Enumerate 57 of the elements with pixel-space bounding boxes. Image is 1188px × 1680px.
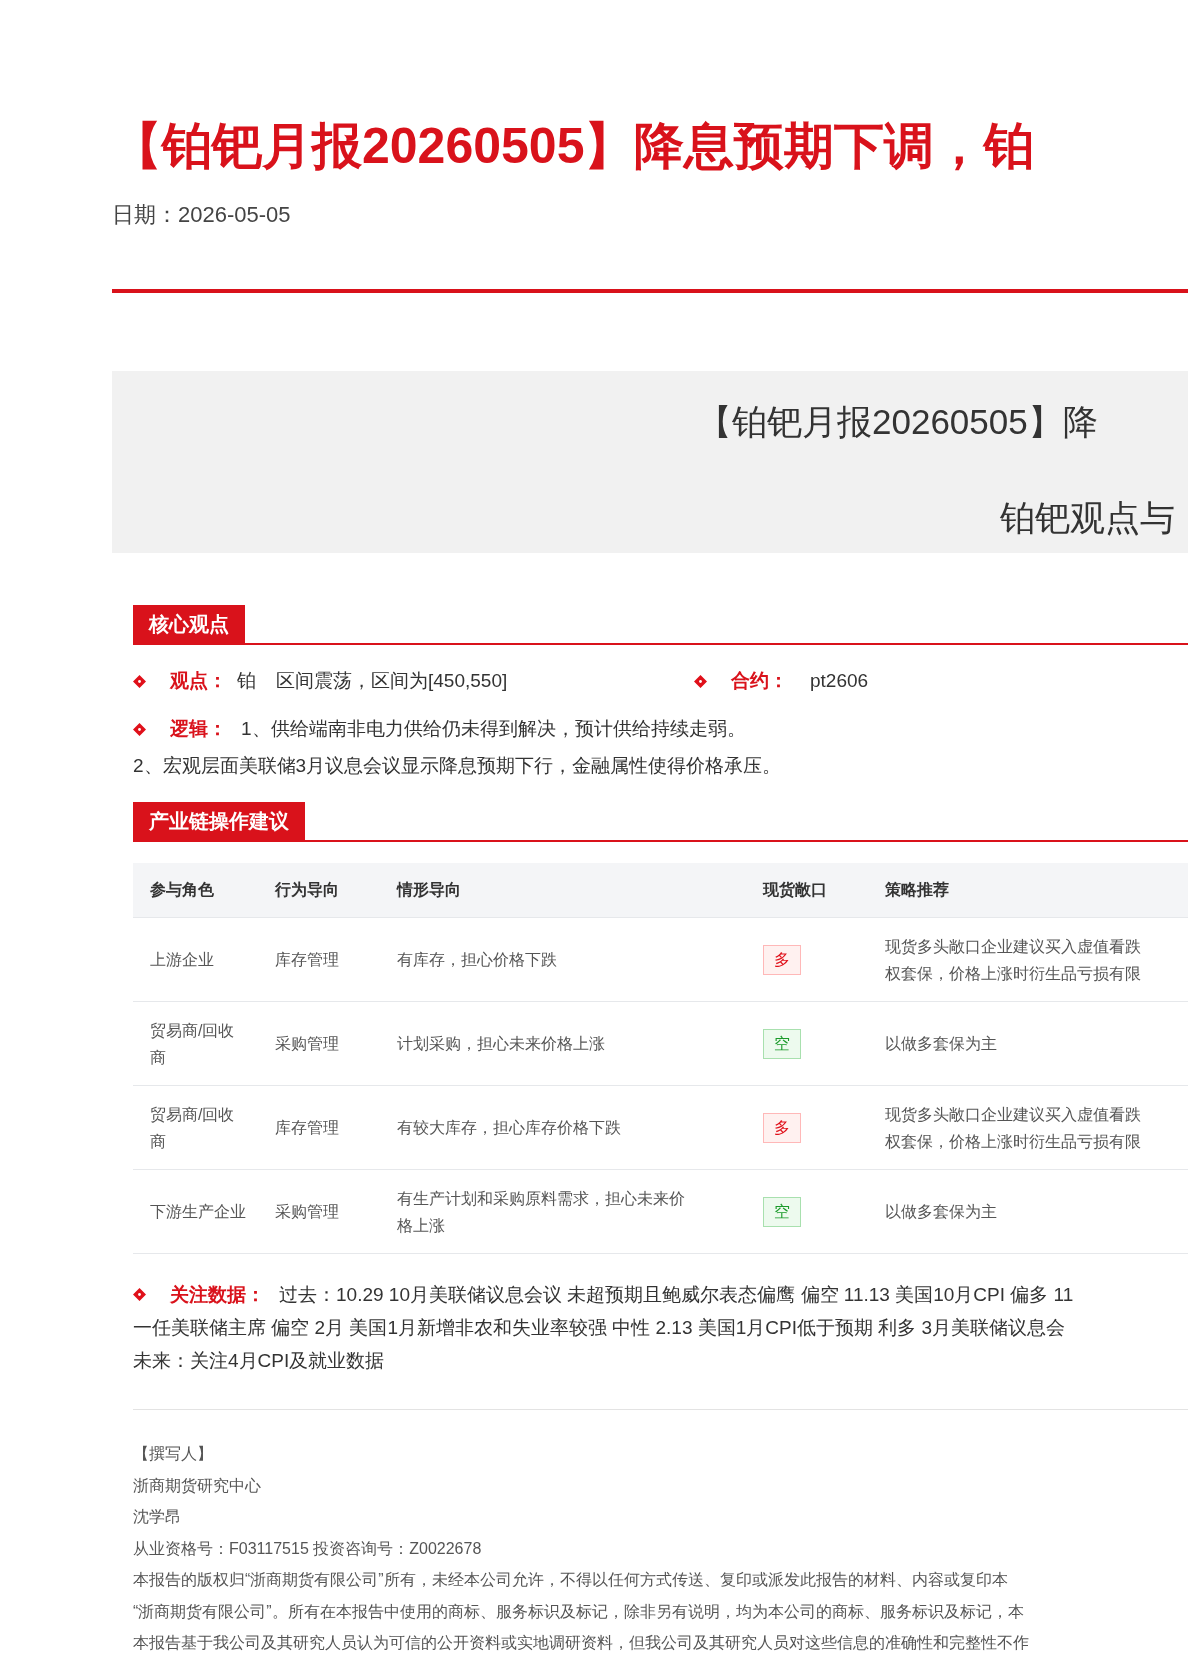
table-cell: 计划采购，担心未来价格上涨: [397, 1035, 605, 1052]
table-cell: 上游企业: [150, 951, 214, 968]
diamond-bullet-icon: [133, 722, 146, 736]
table-cell-text: 以做多套保为主: [885, 1034, 998, 1054]
column-header: 参与角色: [150, 881, 214, 898]
diamond-bullet-icon: [133, 1288, 146, 1301]
exposure-tag: 空: [763, 1028, 801, 1059]
view-value: 区间震荡，区间为[450,550]: [276, 668, 509, 693]
watch-data-text: 过去：10.29 10月美联储议息会议 未超预期且鲍威尔表态偏鹰 偏空 11.13 美国10月CPI 偏多 11: [279, 1283, 1074, 1307]
banner-title: 【铂钯月报20260505】降: [696, 401, 1099, 443]
author-info: 浙商期货研究中心: [133, 1475, 262, 1496]
table-cell: 有较大库存，担心库存价格下跌: [397, 1119, 621, 1136]
exposure-tag: 多: [763, 944, 801, 975]
watch-data-text: 一任美联储主席 偏空 2月 美国1月新增非农和失业率较强 中性 2.13 美国1月CPI低于预期 利多 3月美联储议息会: [133, 1316, 1067, 1340]
date-value: 2026-05-05: [178, 201, 291, 229]
table-cell-text: 权套保，价格上涨时衍生品亏损有限: [885, 1131, 1142, 1152]
logic-text: 2、宏观层面美联储3月议息会议显示降息预期下行，金融属性使得价格承压。: [133, 754, 783, 778]
exposure-tag: 多: [763, 1112, 801, 1143]
table-cell: 有生产计划和采购原料需求，担心未来价格上涨: [397, 1189, 685, 1234]
report-title: 【铂钯月报20260505】降息预期下调，铂: [112, 117, 1036, 176]
section-heading: 核心观点: [133, 605, 245, 643]
diamond-bullet-icon: [133, 674, 146, 688]
watch-data-label: 关注数据：: [170, 1283, 265, 1307]
banner-subtitle: 铂钯观点与: [999, 497, 1176, 539]
watch-data-text: 未来：关注4月CPI及就业数据: [133, 1349, 386, 1373]
table-cell: 贸易商/回收商: [150, 1021, 235, 1066]
column-header: 现货敞口: [763, 881, 827, 898]
table-cell: 下游生产企业: [150, 1203, 246, 1220]
exposure-tag: 空: [763, 1196, 801, 1227]
table-cell-text: 权套保，价格上涨时衍生品亏损有限: [885, 963, 1142, 984]
table-cell: 采购管理: [275, 1203, 339, 1220]
logic-label: 逻辑：: [170, 716, 227, 741]
table-cell: 库存管理: [275, 951, 339, 968]
author-info: 沈学昂: [133, 1507, 182, 1527]
date-label: 日期：: [112, 201, 178, 229]
table-cell: 贸易商/回收商: [150, 1105, 235, 1150]
diamond-bullet-icon: [694, 674, 707, 688]
author-info: 【撰写人】: [133, 1444, 214, 1464]
logic-text: 1、供给端南非电力供给仍未得到解决，预计供给持续走弱。: [241, 716, 746, 741]
author-info: 从业资格号：F03117515 投资咨询号：Z0022678: [133, 1538, 483, 1559]
disclaimer-text: 本报告的版权归“浙商期货有限公司”所有，未经本公司允许，不得以任何方式传送、复印或派发此报告的材料、内容或复印本: [133, 1570, 1009, 1590]
disclaimer-text: “浙商期货有限公司”。所有在本报告中使用的商标、服务标识及标记，除非另有说明，均为本公司的商标、服务标识及标记，本: [133, 1601, 1025, 1622]
table-cell-text: 以做多套保为主: [885, 1202, 998, 1222]
table-cell: 库存管理: [275, 1119, 339, 1136]
section-heading: 产业链操作建议: [133, 802, 305, 840]
view-metal: 铂: [237, 668, 256, 693]
column-header: 策略推荐: [885, 881, 949, 898]
table-cell: 有库存，担心价格下跌: [397, 951, 557, 968]
column-header: 行为导向: [275, 881, 339, 898]
contract-value: pt2606: [810, 668, 869, 693]
column-header: 情形导向: [397, 881, 461, 898]
table-cell-text: 现货多头敞口企业建议买入虚值看跌: [885, 1104, 1142, 1125]
table-cell: 采购管理: [275, 1035, 339, 1052]
table-cell-text: 现货多头敞口企业建议买入虚值看跌: [885, 936, 1142, 957]
disclaimer-text: 本报告基于我公司及其研究人员认为可信的公开资料或实地调研资料，但我公司及其研究人员对这些信息的准确性和完整性不作: [133, 1633, 1030, 1653]
view-label: 观点：: [170, 668, 227, 693]
contract-label: 合约：: [731, 668, 788, 693]
